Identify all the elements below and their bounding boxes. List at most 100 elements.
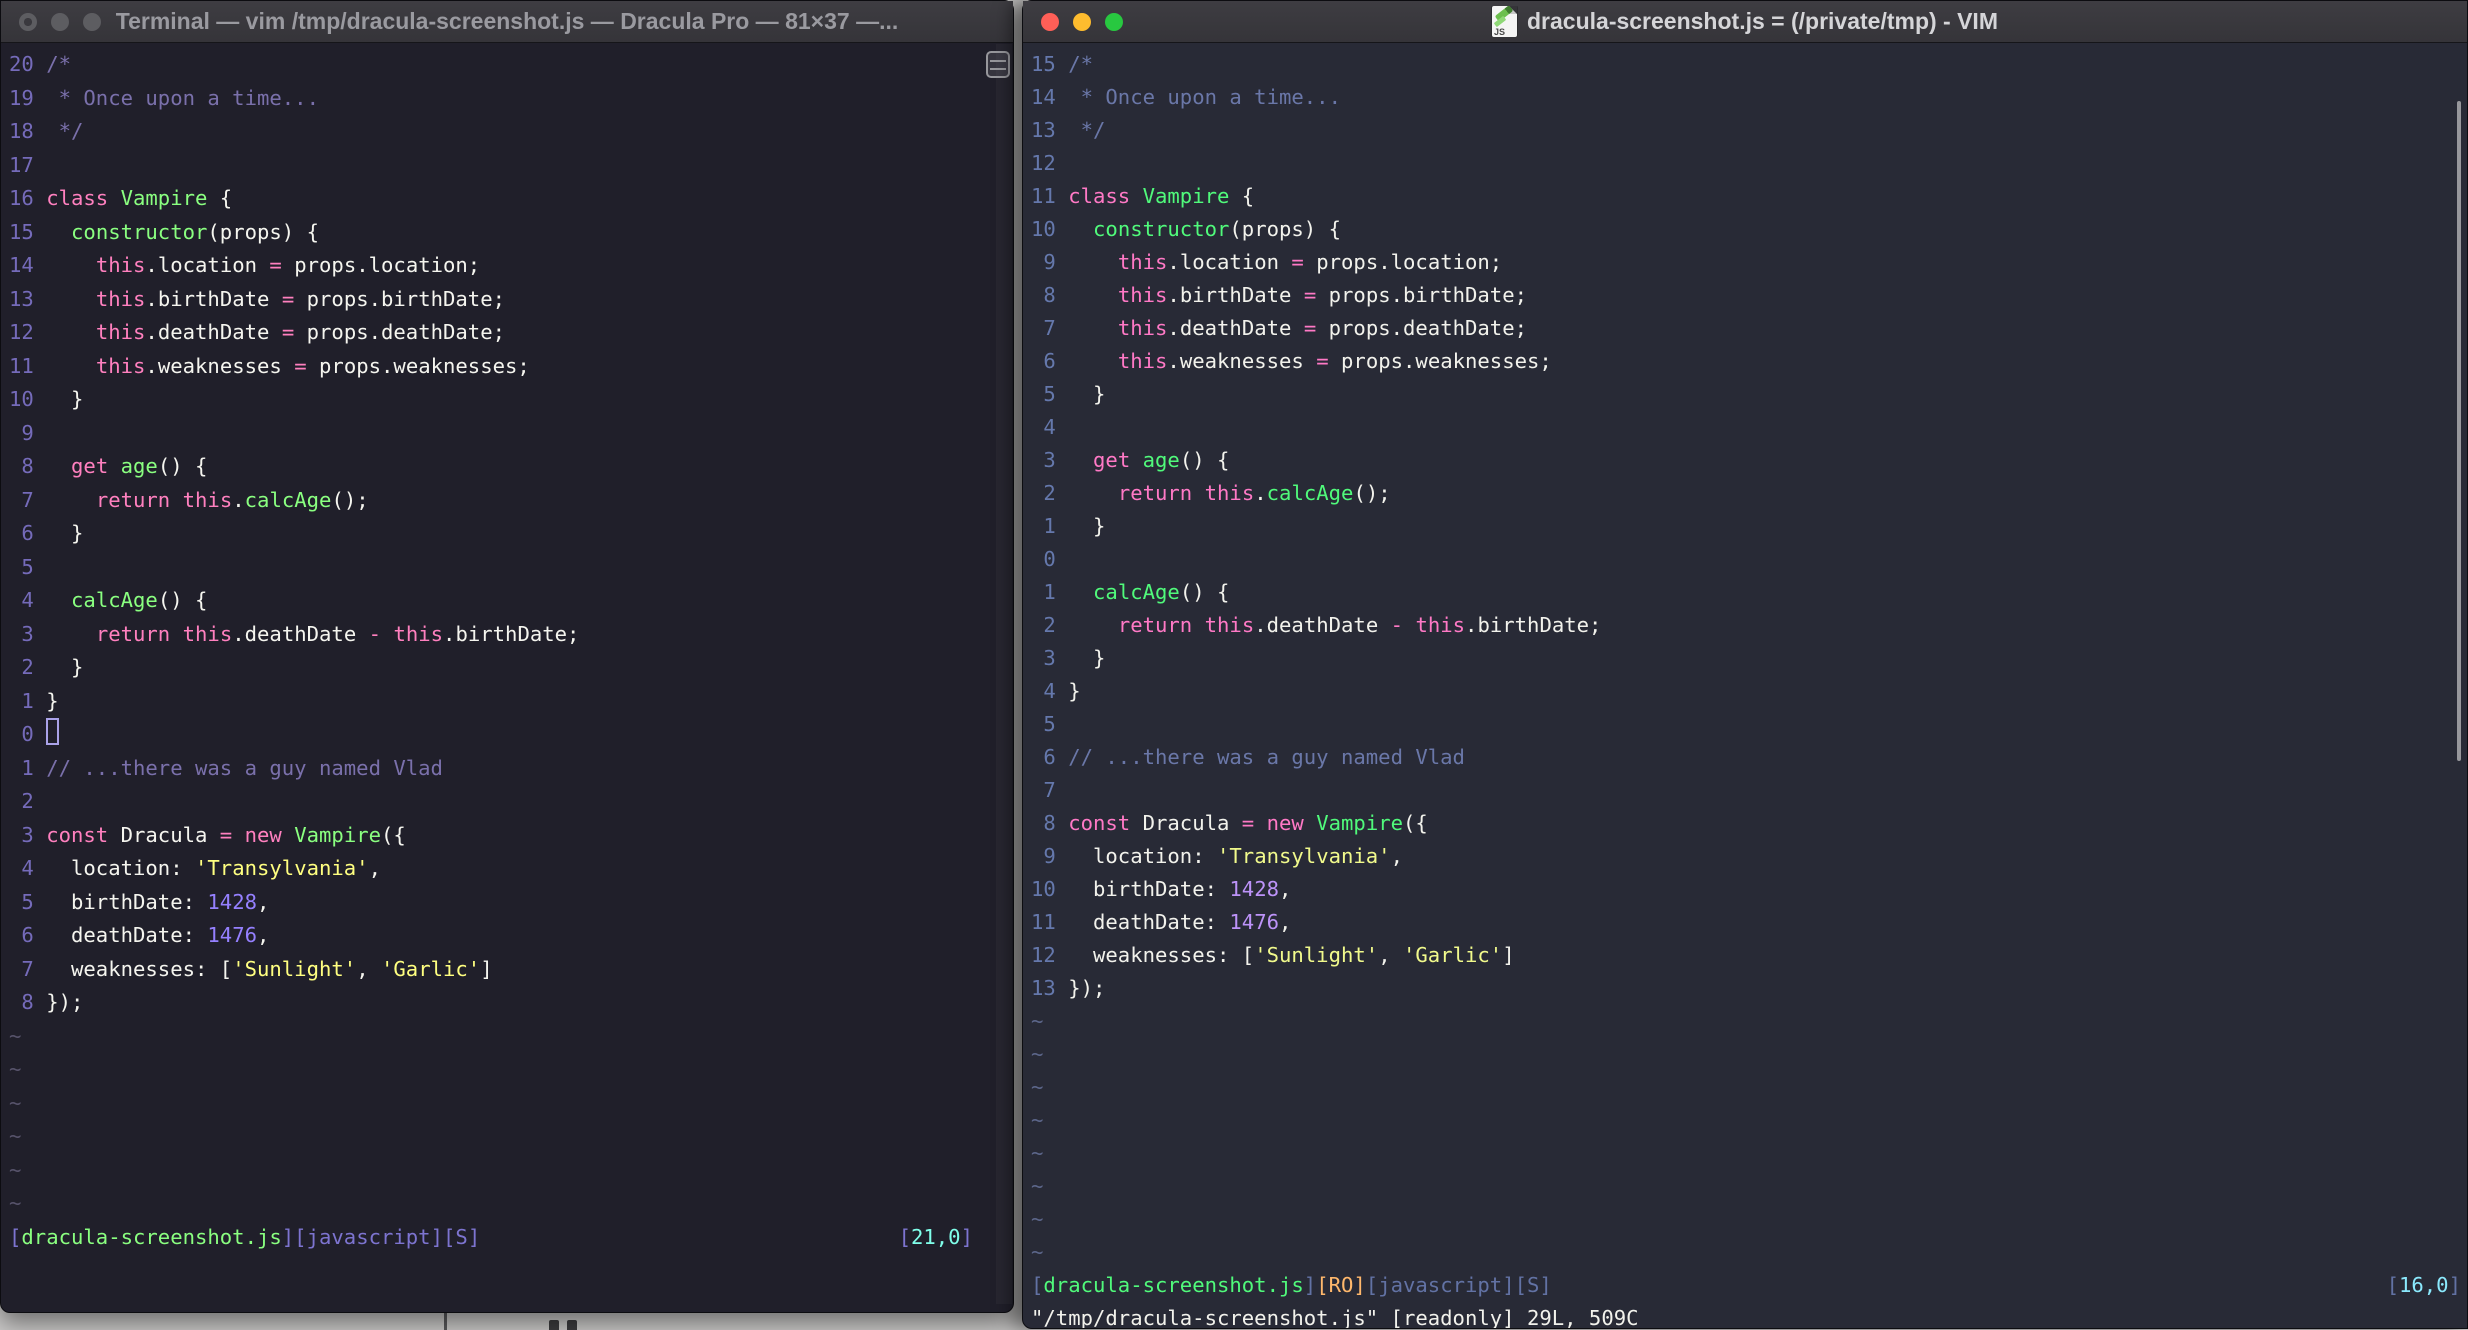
syntax-token: = (1316, 349, 1329, 373)
code-text: // ...there was a guy named Vlad (46, 752, 1013, 786)
syntax-token: calcAge (1093, 580, 1180, 604)
zoom-button[interactable] (1105, 12, 1123, 31)
code-line: 4 (1031, 411, 2467, 444)
syntax-token (1068, 217, 1093, 241)
code-text: return this.deathDate - this.birthDate; (1068, 609, 2467, 642)
js-file-icon[interactable]: JS (1492, 6, 1517, 37)
line-number: 6 (1031, 349, 1069, 373)
syntax-token: ][ (1502, 1273, 1528, 1297)
syntax-token: props.deathDate; (1316, 316, 1527, 340)
code-line: 1 } (1031, 510, 2467, 543)
code-line: 13 this.birthDate = props.birthDate; (9, 283, 1013, 317)
close-button[interactable] (19, 12, 37, 31)
syntax-token: Vampire (1316, 811, 1404, 835)
syntax-token (46, 220, 71, 244)
code-text: const Dracula = new Vampire({ (46, 819, 1013, 853)
code-text: */ (1068, 114, 2467, 147)
code-line: 1 calcAge() { (1031, 576, 2467, 609)
code-text: }); (46, 986, 1013, 1020)
code-text (46, 718, 1013, 752)
code-text: } (46, 383, 1013, 417)
syntax-token: const (1068, 811, 1131, 835)
empty-line-tilde: ~ (9, 1090, 22, 1115)
syntax-token: = (219, 822, 233, 847)
syntax-token: } (46, 655, 84, 679)
syntax-token: class (46, 186, 109, 210)
code-text: return this.calcAge(); (1068, 477, 2467, 510)
line-number: 2 (1031, 613, 1069, 637)
syntax-token (46, 588, 71, 612)
code-line: 5 } (1031, 378, 2467, 411)
line-number: 5 (1031, 382, 1069, 406)
line-number: 0 (1031, 547, 1069, 571)
syntax-token: this (393, 621, 444, 646)
scrollbar-track[interactable] (996, 44, 1012, 1304)
code-line: 9 (9, 417, 1013, 451)
syntax-token (1068, 349, 1118, 373)
macvim-titlebar[interactable]: JS dracula-screenshot.js = (/private/tmp… (1023, 1, 2467, 43)
code-line: 5 (9, 551, 1013, 585)
syntax-token: this (95, 353, 146, 378)
code-line: 4 } (1031, 675, 2467, 708)
line-number: 5 (9, 889, 47, 914)
line-number: 9 (1031, 250, 1069, 274)
syntax-token: constructor (1093, 217, 1230, 241)
line-number: 0 (9, 722, 47, 746)
statusline-ruler: [21,0] (899, 1221, 973, 1255)
syntax-token: age (120, 454, 158, 478)
split-pane-icon[interactable] (986, 51, 1010, 78)
syntax-token: (props) { (207, 219, 319, 244)
syntax-token: dracula-screenshot.js (21, 1224, 282, 1249)
syntax-token: = (294, 353, 307, 378)
code-line: 12 weaknesses: ['Sunlight', 'Garlic'] (1031, 939, 2467, 972)
code-text: location: 'Transylvania', (1068, 840, 2467, 873)
syntax-token (46, 354, 96, 378)
syntax-token: .location (1167, 250, 1292, 274)
code-line: 2 } (9, 651, 1013, 685)
syntax-token: return (1117, 481, 1193, 505)
code-line: 4 location: 'Transylvania', (9, 852, 1013, 886)
vim-buffer-right[interactable]: 15 /* 14 * Once upon a time... 13 */12 11 … (1023, 43, 2467, 1328)
syntax-token: .birthDate (145, 286, 282, 311)
code-line: 6 } (9, 517, 1013, 551)
minimize-button[interactable] (1073, 12, 1091, 31)
zoom-button[interactable] (83, 12, 101, 31)
syntax-token: */ (1068, 118, 1106, 142)
syntax-token: [ (9, 1224, 22, 1249)
line-number: 6 (9, 923, 47, 947)
syntax-token: 'Transylvania' (195, 856, 369, 880)
vim-buffer-left[interactable]: 20 /* 19 * Once upon a time... 18 */17 16 … (1, 43, 1013, 1312)
syntax-token: calcAge (1266, 481, 1354, 505)
syntax-token: deathDate: (46, 923, 208, 947)
vim-statusline: [dracula-screenshot.js][RO][javascript][… (1031, 1269, 2467, 1302)
code-line: 10 } (9, 383, 1013, 417)
syntax-token (46, 488, 96, 512)
scrollbar-thumb[interactable] (2457, 101, 2461, 761)
syntax-token: () { (157, 588, 208, 612)
close-button[interactable] (1041, 12, 1059, 31)
syntax-token: } (1068, 646, 1106, 670)
syntax-token: Vampire (294, 822, 382, 847)
code-text: birthDate: 1428, (1068, 873, 2467, 906)
vim-command-line (9, 1254, 1013, 1288)
syntax-token: , (1279, 877, 1292, 901)
minimize-button[interactable] (51, 12, 69, 31)
syntax-token: S (1527, 1273, 1540, 1297)
line-number: 2 (9, 789, 47, 813)
syntax-token: } (46, 521, 84, 545)
syntax-token: 'Sunlight' (1254, 943, 1379, 967)
line-number: 12 (1031, 943, 1069, 967)
syntax-token: props.weaknesses; (1328, 349, 1552, 373)
syntax-token (1192, 613, 1204, 637)
terminal-titlebar[interactable]: Terminal — vim /tmp/dracula-screenshot.j… (1, 1, 1013, 43)
syntax-token: [ (2386, 1273, 2399, 1297)
code-line: 15 /* (1031, 48, 2467, 81)
line-number: 8 (1031, 283, 1069, 307)
code-text: * Once upon a time... (46, 82, 1013, 116)
code-line: 1 } (9, 685, 1013, 719)
code-text: this.deathDate = props.deathDate; (46, 316, 1013, 350)
